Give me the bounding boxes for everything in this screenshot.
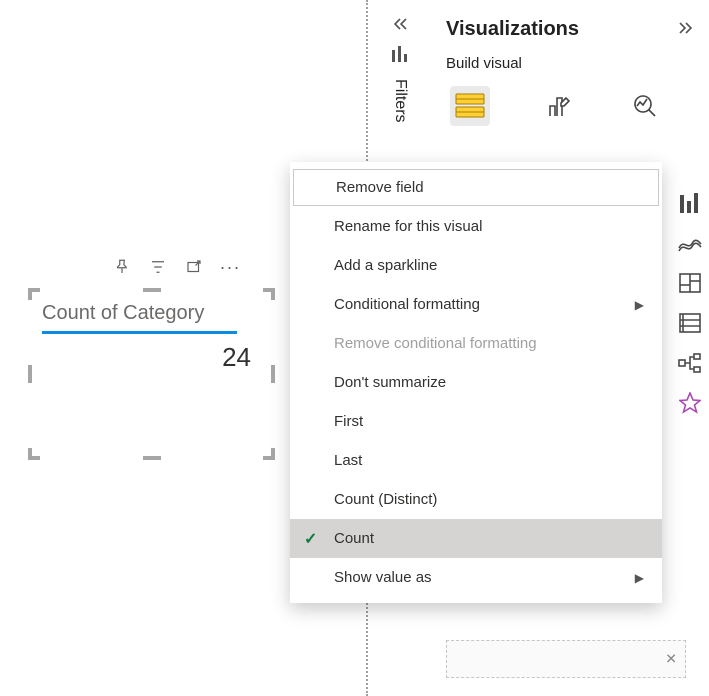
viz-gallery-strip (677, 190, 709, 416)
pin-icon[interactable] (113, 258, 131, 276)
menu-item-rename-for-this-visual[interactable]: Rename for this visual (290, 207, 662, 246)
expand-pane-icon[interactable] (677, 21, 695, 38)
menu-item-label: Don't summarize (334, 374, 446, 391)
menu-item-label: Conditional formatting (334, 296, 480, 313)
filters-bars-icon (391, 46, 409, 65)
multirow-card-icon[interactable] (677, 310, 703, 336)
collapse-filters-icon[interactable] (391, 15, 409, 36)
resize-handle-bl[interactable] (28, 448, 40, 460)
card-visual[interactable]: Count of Category 24 (30, 290, 273, 458)
visual-toolbar: ··· (113, 258, 239, 276)
menu-item-count-distinct[interactable]: Count (Distinct) (290, 480, 662, 519)
card-underline (42, 331, 237, 334)
menu-item-count[interactable]: ✓ Count (290, 519, 662, 558)
ribbon-chart-icon[interactable] (677, 230, 703, 256)
focus-mode-icon[interactable] (185, 258, 203, 276)
build-visual-toolbar (446, 86, 695, 126)
resize-handle-l[interactable] (28, 365, 32, 383)
menu-item-label: Remove conditional formatting (334, 335, 537, 352)
menu-item-first[interactable]: First (290, 402, 662, 441)
field-well[interactable]: ✕ (446, 640, 686, 678)
menu-item-remove-conditional-formatting: Remove conditional formatting (290, 324, 662, 363)
build-visual-button[interactable] (450, 86, 490, 126)
menu-item-add-a-sparkline[interactable]: Add a sparkline (290, 246, 662, 285)
stacked-bar-icon[interactable] (677, 190, 703, 216)
resize-handle-tl[interactable] (28, 288, 40, 300)
menu-item-show-value-as[interactable]: Show value as ▶ (290, 558, 662, 597)
menu-item-label: Last (334, 452, 362, 469)
visualizations-title: Visualizations (446, 18, 579, 41)
analytics-button[interactable] (626, 86, 666, 126)
menu-item-label: First (334, 413, 363, 430)
menu-item-label: Count (Distinct) (334, 491, 437, 508)
menu-item-remove-field[interactable]: Remove field (292, 168, 660, 207)
resize-handle-br[interactable] (263, 448, 275, 460)
chevron-right-icon: ▶ (635, 298, 644, 312)
resize-handle-b[interactable] (143, 456, 161, 460)
format-visual-button[interactable] (538, 86, 578, 126)
menu-item-last[interactable]: Last (290, 441, 662, 480)
resize-handle-r[interactable] (271, 365, 275, 383)
menu-item-label: Count (334, 530, 374, 547)
decomposition-tree-icon[interactable] (677, 350, 703, 376)
filters-pane-label[interactable]: Filters (391, 79, 409, 123)
check-icon: ✓ (304, 529, 317, 549)
build-visual-label: Build visual (446, 55, 695, 72)
filter-icon[interactable] (149, 258, 167, 276)
menu-item-conditional-formatting[interactable]: Conditional formatting ▶ (290, 285, 662, 324)
menu-item-label: Rename for this visual (334, 218, 482, 235)
menu-item-don-t-summarize[interactable]: Don't summarize (290, 363, 662, 402)
clear-field-icon[interactable]: ✕ (665, 651, 677, 668)
more-options-icon[interactable]: ··· (221, 258, 239, 276)
menu-item-label: Add a sparkline (334, 257, 437, 274)
menu-item-label: Show value as (334, 569, 432, 586)
chevron-right-icon: ▶ (635, 571, 644, 585)
treemap-icon[interactable] (677, 270, 703, 296)
custom-visual-icon[interactable] (677, 390, 703, 416)
resize-handle-tr[interactable] (263, 288, 275, 300)
card-title: Count of Category (30, 290, 273, 331)
resize-handle-t[interactable] (143, 288, 161, 292)
card-value: 24 (30, 342, 273, 373)
filters-rail: Filters (380, 15, 420, 123)
menu-item-label: Remove field (336, 179, 424, 196)
field-context-menu: Remove field Rename for this visual Add a … (290, 162, 662, 603)
